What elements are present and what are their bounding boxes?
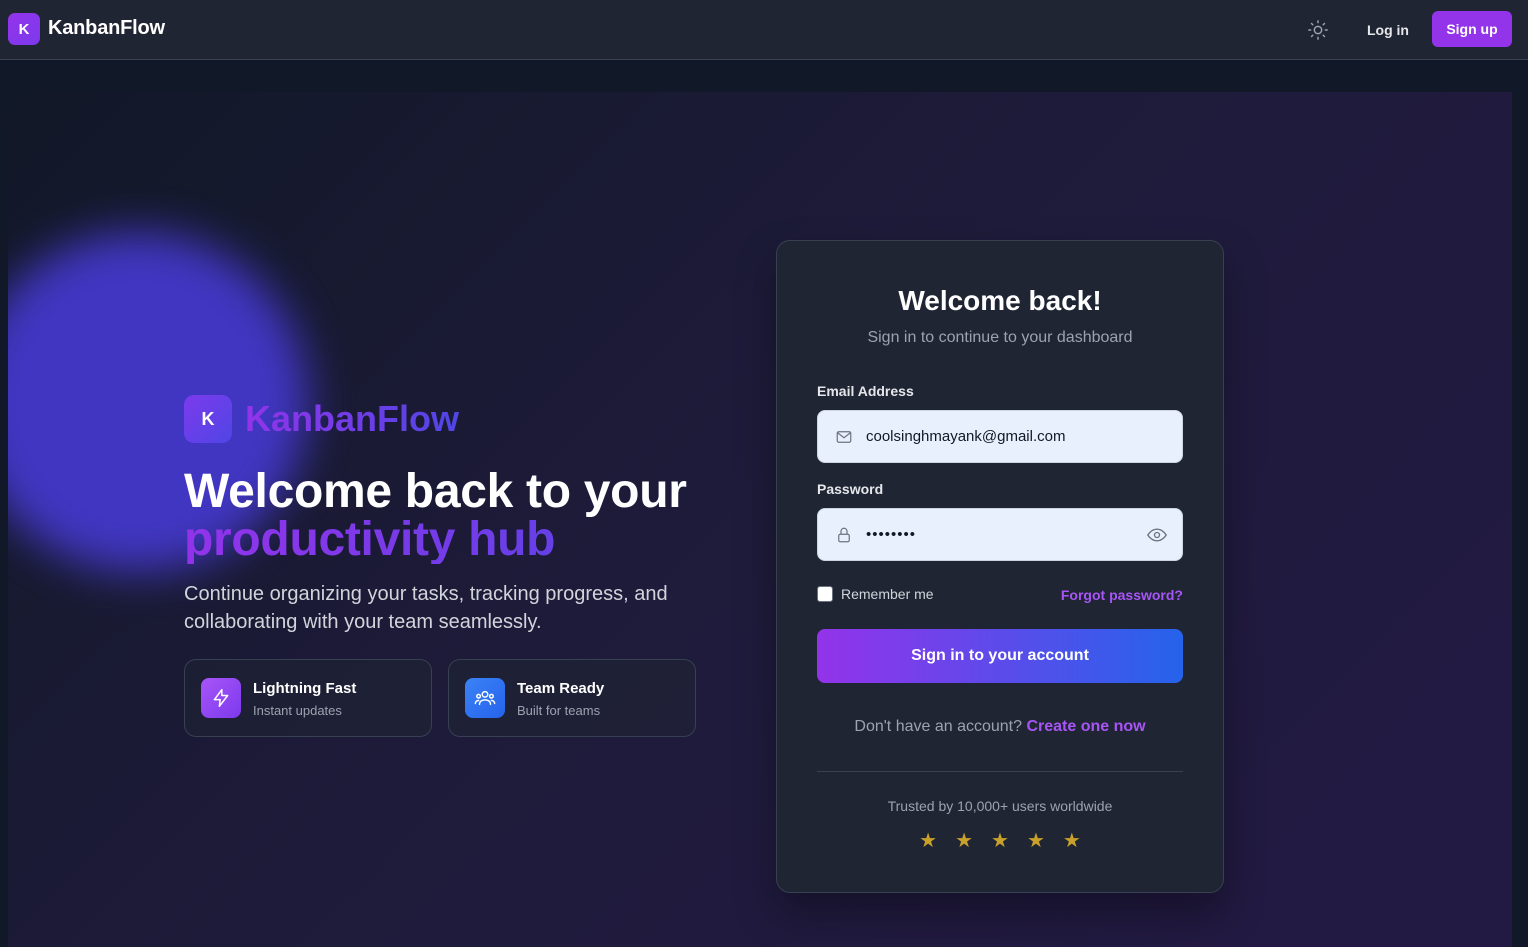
star-icon: ★	[919, 830, 938, 852]
top-navbar: K KanbanFlow Log in Sign up	[0, 0, 1528, 60]
create-account-link[interactable]: Create one now	[1026, 718, 1145, 735]
star-icon: ★	[955, 830, 974, 852]
lock-icon	[834, 525, 854, 545]
password-input[interactable]	[866, 509, 1136, 560]
login-link[interactable]: Log in	[1356, 14, 1420, 46]
feature-card-team: Team Ready Built for teams	[448, 659, 696, 737]
star-icon: ★	[1026, 830, 1045, 852]
hero-subcopy: Continue organizing your tasks, tracking…	[184, 583, 668, 633]
eye-icon[interactable]	[1146, 524, 1168, 546]
email-input[interactable]	[866, 411, 1136, 462]
lightning-icon	[201, 678, 241, 718]
forgot-password-link[interactable]: Forgot password?	[1061, 587, 1183, 603]
signup-prompt: Don't have an account? Create one now	[777, 718, 1223, 736]
mail-icon	[834, 427, 854, 447]
email-field-wrapper	[817, 410, 1183, 463]
feature-card-lightning: Lightning Fast Instant updates	[184, 659, 432, 737]
feature-title: Team Ready	[517, 680, 605, 697]
headline-line-2: productivity hub	[184, 516, 744, 564]
feature-title: Lightning Fast	[253, 680, 357, 697]
hero-brand: K KanbanFlow	[184, 395, 459, 443]
sun-icon	[1308, 20, 1328, 40]
feature-subtitle: Built for teams	[517, 703, 601, 718]
background-left	[0, 60, 8, 947]
login-title: Welcome back!	[898, 285, 1102, 316]
remember-label: Remember me	[841, 586, 934, 602]
nav-brand-name[interactable]: KanbanFlow	[48, 17, 165, 40]
password-label: Password	[817, 481, 884, 497]
theme-toggle-button[interactable]	[1304, 16, 1332, 44]
hero-headline: Welcome back to your productivity hub	[184, 468, 744, 564]
signup-button[interactable]: Sign up	[1432, 11, 1512, 47]
star-icon: ★	[991, 830, 1009, 852]
hero-logo-icon: K	[184, 395, 232, 443]
login-card: Welcome back! Sign in to continue to you…	[776, 240, 1224, 893]
team-icon	[465, 678, 505, 718]
sign-in-button[interactable]: Sign in to your account	[817, 629, 1183, 683]
trusted-text: Trusted by 10,000+ users worldwide	[887, 798, 1113, 814]
login-subtitle: Sign in to continue to your dashboard	[867, 329, 1133, 346]
remember-checkbox[interactable]	[817, 586, 833, 602]
password-field-wrapper	[817, 508, 1183, 561]
nav-logo-icon[interactable]: K	[8, 13, 40, 45]
rating-stars: ★ ★ ★ ★ ★	[777, 831, 1223, 851]
remember-me[interactable]: Remember me	[817, 586, 934, 602]
background-top	[0, 60, 1528, 92]
email-label: Email Address	[817, 383, 914, 399]
no-account-text: Don't have an account?	[854, 718, 1023, 735]
star-icon: ★	[1062, 830, 1081, 852]
divider	[817, 771, 1183, 772]
feature-subtitle: Instant updates	[253, 703, 342, 718]
hero-brand-name: KanbanFlow	[245, 398, 459, 439]
headline-line-1: Welcome back to your	[184, 465, 687, 518]
